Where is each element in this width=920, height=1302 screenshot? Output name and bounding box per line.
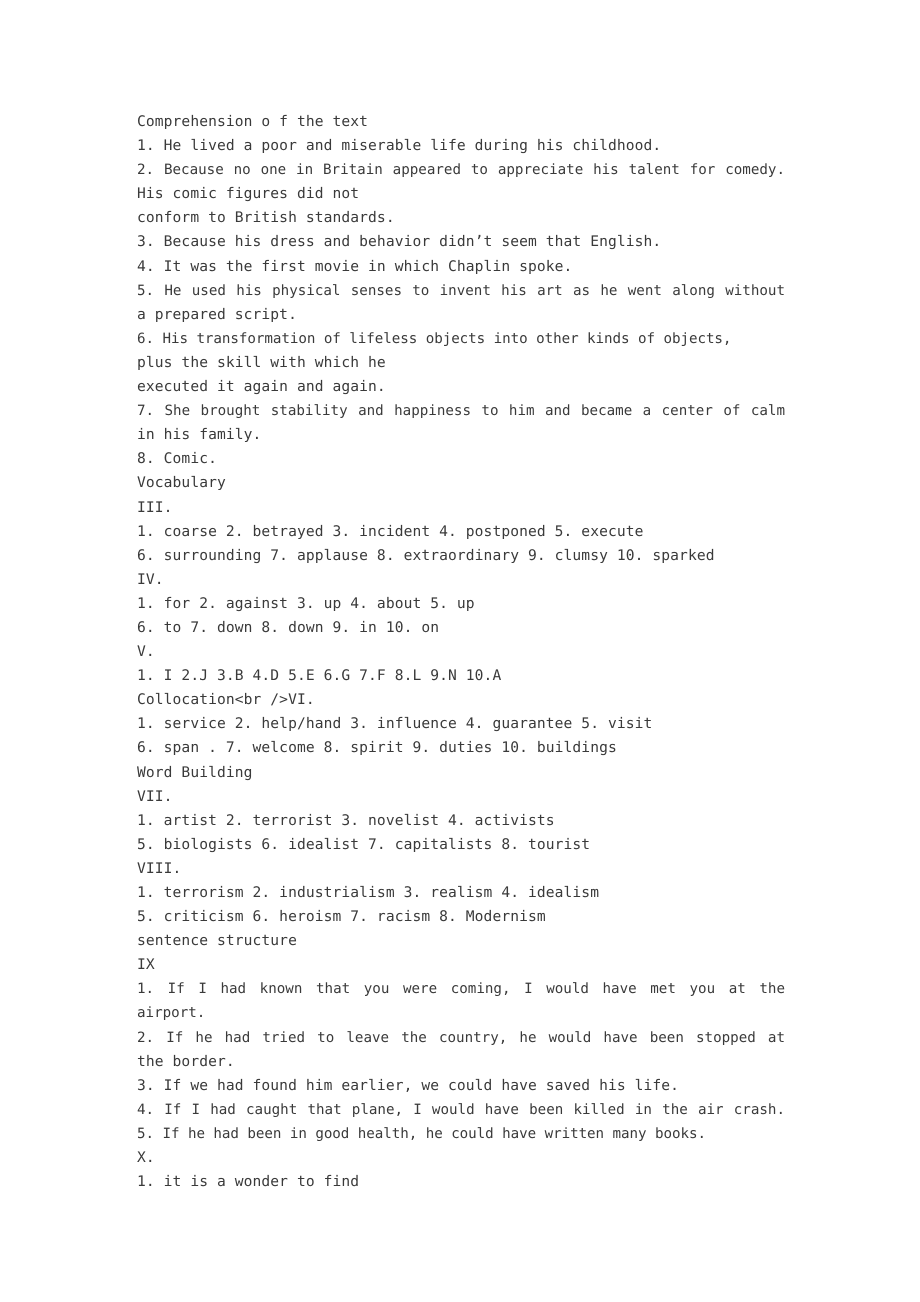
text-line: 1. artist 2. terrorist 3. novelist 4. ac…	[137, 811, 555, 829]
text-line: 1. If I had known that you were coming, …	[137, 981, 794, 1022]
text-line: 1. I 2.J 3.B 4.D 5.E 6.G 7.F 8.L 9.N 10.…	[137, 667, 502, 685]
text-line: 1. He lived a poor and miserable life du…	[137, 137, 662, 155]
text-line: 4. If I had caught that plane, I would h…	[137, 1101, 785, 1118]
text-line: 5. criticism 6. heroism 7. racism 8. Mod…	[137, 908, 546, 926]
text-line: 5. biologists 6. idealist 7. capitalists…	[137, 835, 591, 853]
text-line: His comic figures did not	[137, 185, 360, 203]
document-page: Comprehension o f the text 1. He lived a …	[0, 0, 920, 1302]
text-line: in his family.	[137, 426, 262, 444]
text-line: conform to British standards.	[137, 209, 395, 227]
text-line: 3. If we had found him earlier, we could…	[137, 1076, 680, 1094]
text-line: 6. to 7. down 8. down 9. in 10. on	[137, 618, 440, 636]
text-line: 2. Because no one in Britain appeared to…	[137, 162, 785, 179]
text-line: 1. service 2. help/hand 3. influence 4. …	[137, 715, 653, 733]
text-line: Comprehension o f the text	[137, 113, 369, 130]
text-line: Word Building	[137, 763, 253, 781]
text-line: 6. span . 7. welcome 8. spirit 9. duties…	[137, 739, 617, 757]
text-line: 7. She brought stability and happiness t…	[137, 403, 785, 420]
text-line: VII.	[137, 787, 173, 805]
text-line: 3. Because his dress and behavior didn’t…	[137, 233, 662, 251]
document-text-body: Comprehension o f the text 1. He lived a …	[137, 110, 785, 1194]
text-line: 1. it is a wonder to find	[137, 1173, 360, 1191]
text-line: IV.	[137, 570, 164, 588]
text-line: VIII.	[137, 859, 182, 877]
text-line: Vocabulary	[137, 474, 226, 492]
text-line: V.	[137, 643, 155, 661]
text-line: III.	[137, 498, 173, 516]
text-line: 4. It was the first movie in which Chapl…	[137, 257, 573, 275]
text-line: plus the skill with which he	[137, 353, 386, 371]
text-line: Collocation<br />VI.	[137, 691, 315, 709]
text-line: 1. terrorism 2. industrialism 3. realism…	[137, 884, 600, 901]
text-line: 6. His transformation of lifeless object…	[137, 330, 732, 347]
text-line: 6. surrounding 7. applause 8. extraordin…	[137, 546, 715, 564]
text-line: sentence structure	[137, 932, 297, 950]
text-line: 5. He used his physical senses to invent…	[137, 282, 785, 299]
text-line: 2. If he had tried to leave the country,…	[137, 1029, 785, 1046]
text-line: X.	[137, 1149, 155, 1167]
text-line: 5. If he had been in good health, he cou…	[137, 1125, 706, 1142]
text-line: a prepared script.	[137, 305, 297, 323]
text-line: 8. Comic.	[137, 450, 217, 468]
text-line: IX	[137, 956, 155, 974]
text-line: the border.	[137, 1052, 235, 1070]
text-line: executed it again and again.	[137, 378, 386, 396]
text-line: 1. for 2. against 3. up 4. about 5. up	[137, 594, 475, 612]
text-line: 1. coarse 2. betrayed 3. incident 4. pos…	[137, 522, 644, 540]
